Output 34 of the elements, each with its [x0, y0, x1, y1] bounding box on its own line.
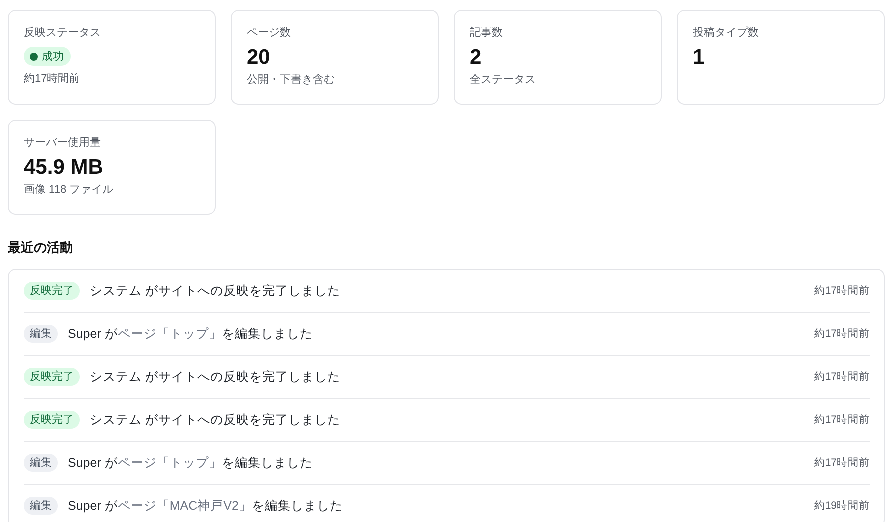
- stat-label: 投稿タイプ数: [693, 26, 759, 40]
- activity-tag: 反映完了: [24, 411, 80, 429]
- activity-message: システム がサイトへの反映を完了しました: [90, 412, 342, 428]
- activity-tag: 編集: [24, 454, 58, 472]
- activity-tag: 反映完了: [24, 282, 80, 300]
- status-badge: 成功: [24, 47, 71, 66]
- stat-label: サーバー使用量: [24, 136, 101, 150]
- stat-note: 画像 118 ファイル: [24, 183, 114, 197]
- stat-label: 反映ステータス: [24, 26, 101, 40]
- status-dot-icon: [30, 52, 38, 60]
- activity-time: 約17時間前: [814, 284, 870, 298]
- stat-note: 約17時間前: [24, 72, 80, 86]
- activity-message: システム がサイトへの反映を完了しました: [90, 282, 342, 300]
- stat-note: 公開・下書き含む: [247, 73, 335, 87]
- activity-time: 約17時間前: [814, 456, 870, 470]
- stat-label: 記事数: [470, 26, 503, 40]
- stat-value: 1: [693, 45, 705, 71]
- activity-time: 約17時間前: [814, 327, 870, 341]
- activity-message: Super がページ「トップ」を編集しました: [68, 454, 314, 472]
- activity-time: 約17時間前: [814, 370, 870, 384]
- activity-message: Super がページ「MAC神戸V2」を編集しました: [68, 498, 344, 514]
- activity-message: システム がサイトへの反映を完了しました: [90, 368, 342, 386]
- activity-tag: 編集: [24, 497, 58, 515]
- activity-time: 約19時間前: [814, 499, 870, 513]
- stat-value: 2: [470, 45, 482, 71]
- activity-time: 約17時間前: [814, 413, 870, 427]
- stat-label: ページ数: [247, 26, 291, 40]
- activity-tag: 反映完了: [24, 368, 80, 386]
- stat-note: 全ステータス: [470, 73, 536, 87]
- stat-value: 20: [247, 45, 270, 71]
- activity-message: Super がページ「トップ」を編集しました: [68, 326, 314, 342]
- activity-tag: 編集: [24, 325, 58, 343]
- section-heading: 最近の活動: [8, 239, 74, 257]
- stat-value: 45.9 MB: [24, 155, 104, 181]
